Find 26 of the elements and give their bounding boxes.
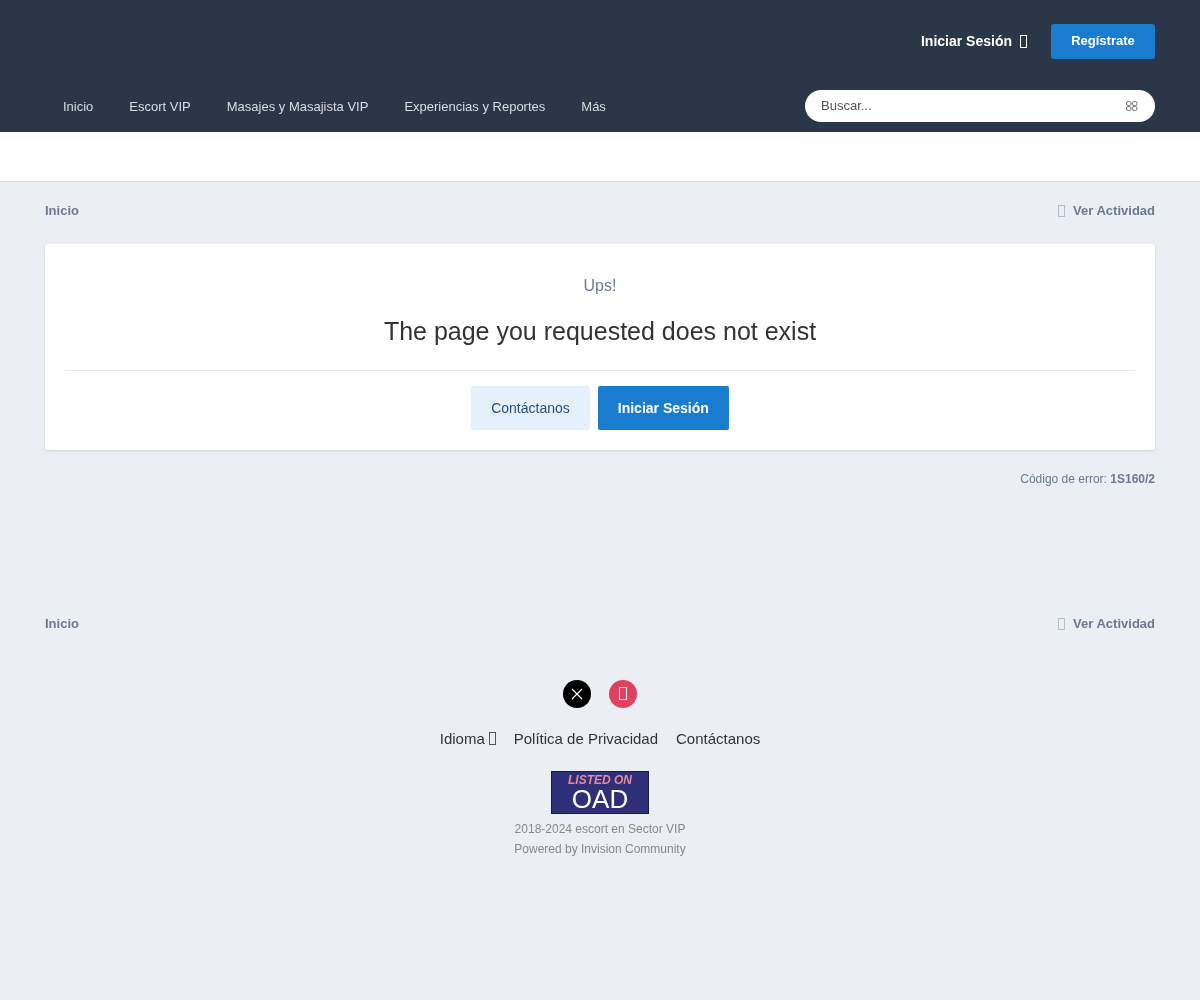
listing-badge: LISTED ON OAD <box>551 771 649 814</box>
breadcrumb-link[interactable]: Inicio <box>45 201 79 221</box>
error-kicker: Ups! <box>582 275 618 296</box>
nav-tab[interactable]: Más <box>563 88 624 125</box>
nav-tab[interactable]: Masajes y Masajista VIP <box>208 88 387 125</box>
sign-in-link[interactable]: Iniciar Sesión <box>920 30 1027 52</box>
error-message: The page you requested does not exist <box>382 315 818 347</box>
search-field[interactable]: Buscar... <box>805 89 1155 122</box>
footer-link[interactable]: Política de Privacidad <box>513 727 658 750</box>
grid-icon <box>1126 100 1138 111</box>
language-menu[interactable]: Idioma <box>439 727 496 750</box>
powered-by-text: Powered by Invision Community <box>513 841 687 858</box>
nav-tab[interactable]: Experiencias y Reportes <box>386 88 564 125</box>
social-icon[interactable] <box>609 679 637 708</box>
x-social-icon[interactable] <box>563 679 591 708</box>
nav-tab[interactable]: Inicio <box>45 88 112 125</box>
register-button[interactable]: Regístrate <box>1051 23 1155 59</box>
copyright-text: 2018-2024 escort en Sector VIP <box>513 821 687 838</box>
contact-button[interactable]: Contáctanos <box>471 386 590 430</box>
activity-link[interactable]: Ver Actividad <box>1073 201 1155 221</box>
error-code: Código de error: 1S160/2 <box>1020 471 1155 488</box>
footer-link[interactable]: Contáctanos <box>676 727 761 750</box>
activity-link[interactable]: Ver Actividad <box>1073 614 1155 634</box>
nav-tab[interactable]: Escort VIP <box>111 88 209 125</box>
sign-in-button[interactable]: Iniciar Sesión <box>597 386 729 430</box>
breadcrumb-link[interactable]: Inicio <box>45 614 79 634</box>
